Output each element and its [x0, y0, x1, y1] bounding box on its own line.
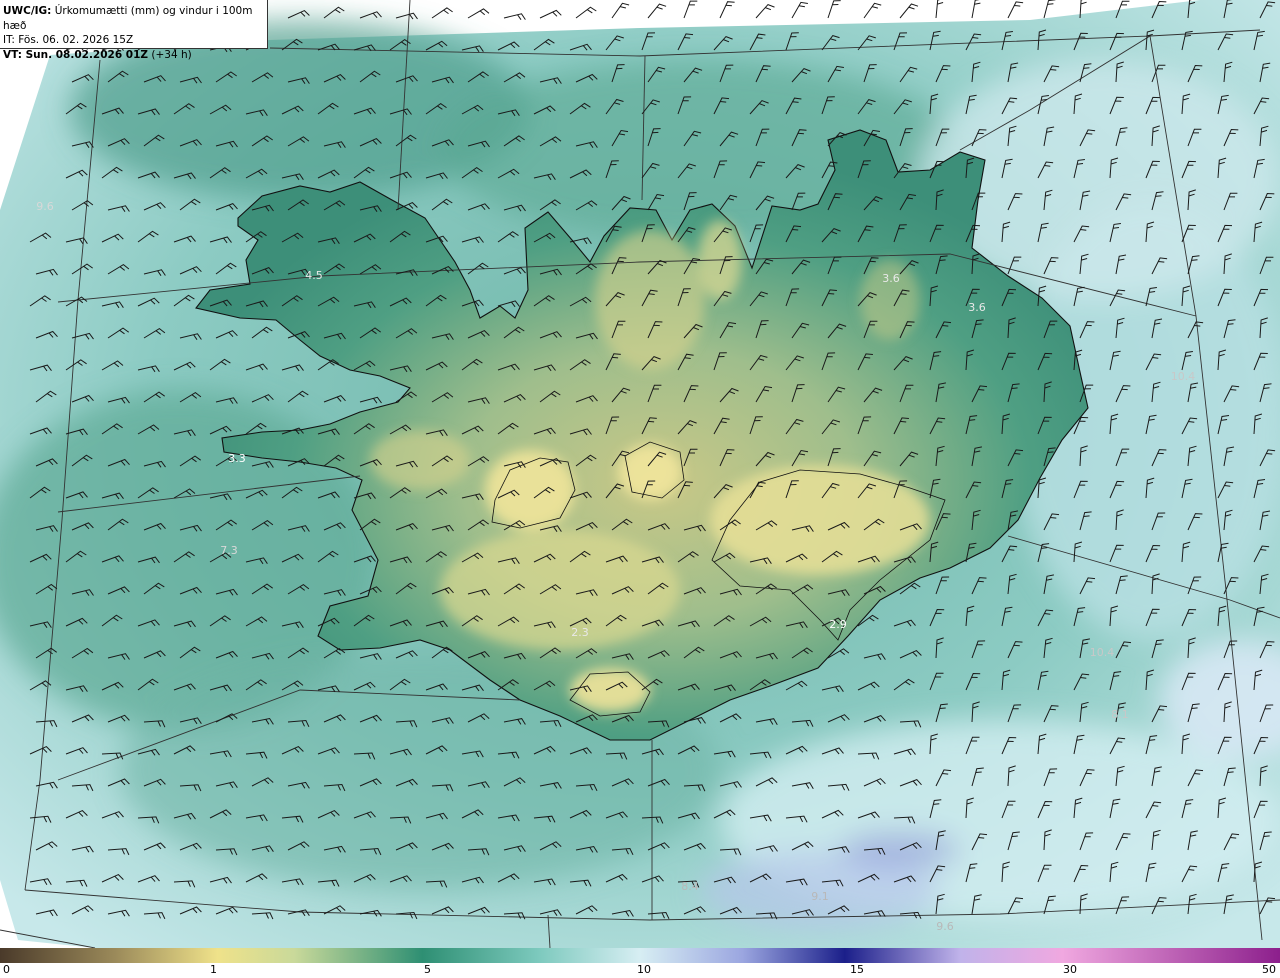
colorbar-tick-label: 50 — [1262, 963, 1276, 976]
colorbar-tick-label: 1 — [210, 963, 217, 976]
precip-value-label: 3.3 — [228, 452, 246, 465]
precip-value-label: 4.5 — [305, 269, 323, 282]
precipitation-map[interactable]: 9.6 4.5 3.3 7.3 3.6 3.6 10.4 2.3 2.9 10.4 8.1 9.6 9.… — [0, 0, 1280, 948]
title-box: UWC/IG: Úrkomumætti (mm) og vindur i 100… — [0, 0, 268, 61]
valid-time: VT: Sun. 08.02.2026 01Z — [3, 48, 149, 61]
precip-value-label: 8.1 — [1111, 708, 1129, 721]
precip-value-label: 8.4 — [681, 880, 699, 893]
valid-offset: (+34 h) — [151, 48, 192, 61]
map-canvas: 9.6 4.5 3.3 7.3 3.6 3.6 10.4 2.3 2.9 10.4 8.1 9.6 9.… — [0, 0, 1280, 948]
colorbar-tick-label: 10 — [637, 963, 651, 976]
colorbar-tick-label: 5 — [424, 963, 431, 976]
precip-value-label: 7.3 — [220, 544, 238, 557]
colorbar-labels: 0 1 5 10 15 30 50 — [0, 963, 1280, 978]
precip-value-label: 9.6 — [36, 200, 54, 213]
issue-time: IT: Fös. 06. 02. 2026 15Z — [3, 34, 134, 46]
precip-value-label: 2.3 — [571, 626, 589, 639]
colorbar-tick-label: 0 — [3, 963, 10, 976]
model-label: UWC/IG: — [3, 5, 52, 17]
precip-value-label: 9.1 — [811, 890, 829, 903]
precip-value-label: 3.6 — [968, 301, 986, 314]
precip-value-label: 2.9 — [829, 618, 847, 631]
colorbar — [0, 948, 1280, 963]
colorbar-tick-label: 30 — [1063, 963, 1077, 976]
precip-value-label: 3.6 — [882, 272, 900, 285]
precip-value-label: 9.6 — [936, 920, 954, 933]
precip-value-label: 10.4 — [1090, 646, 1115, 659]
precip-value-label: 10.4 — [1171, 370, 1196, 383]
colorbar-tick-label: 15 — [850, 963, 864, 976]
